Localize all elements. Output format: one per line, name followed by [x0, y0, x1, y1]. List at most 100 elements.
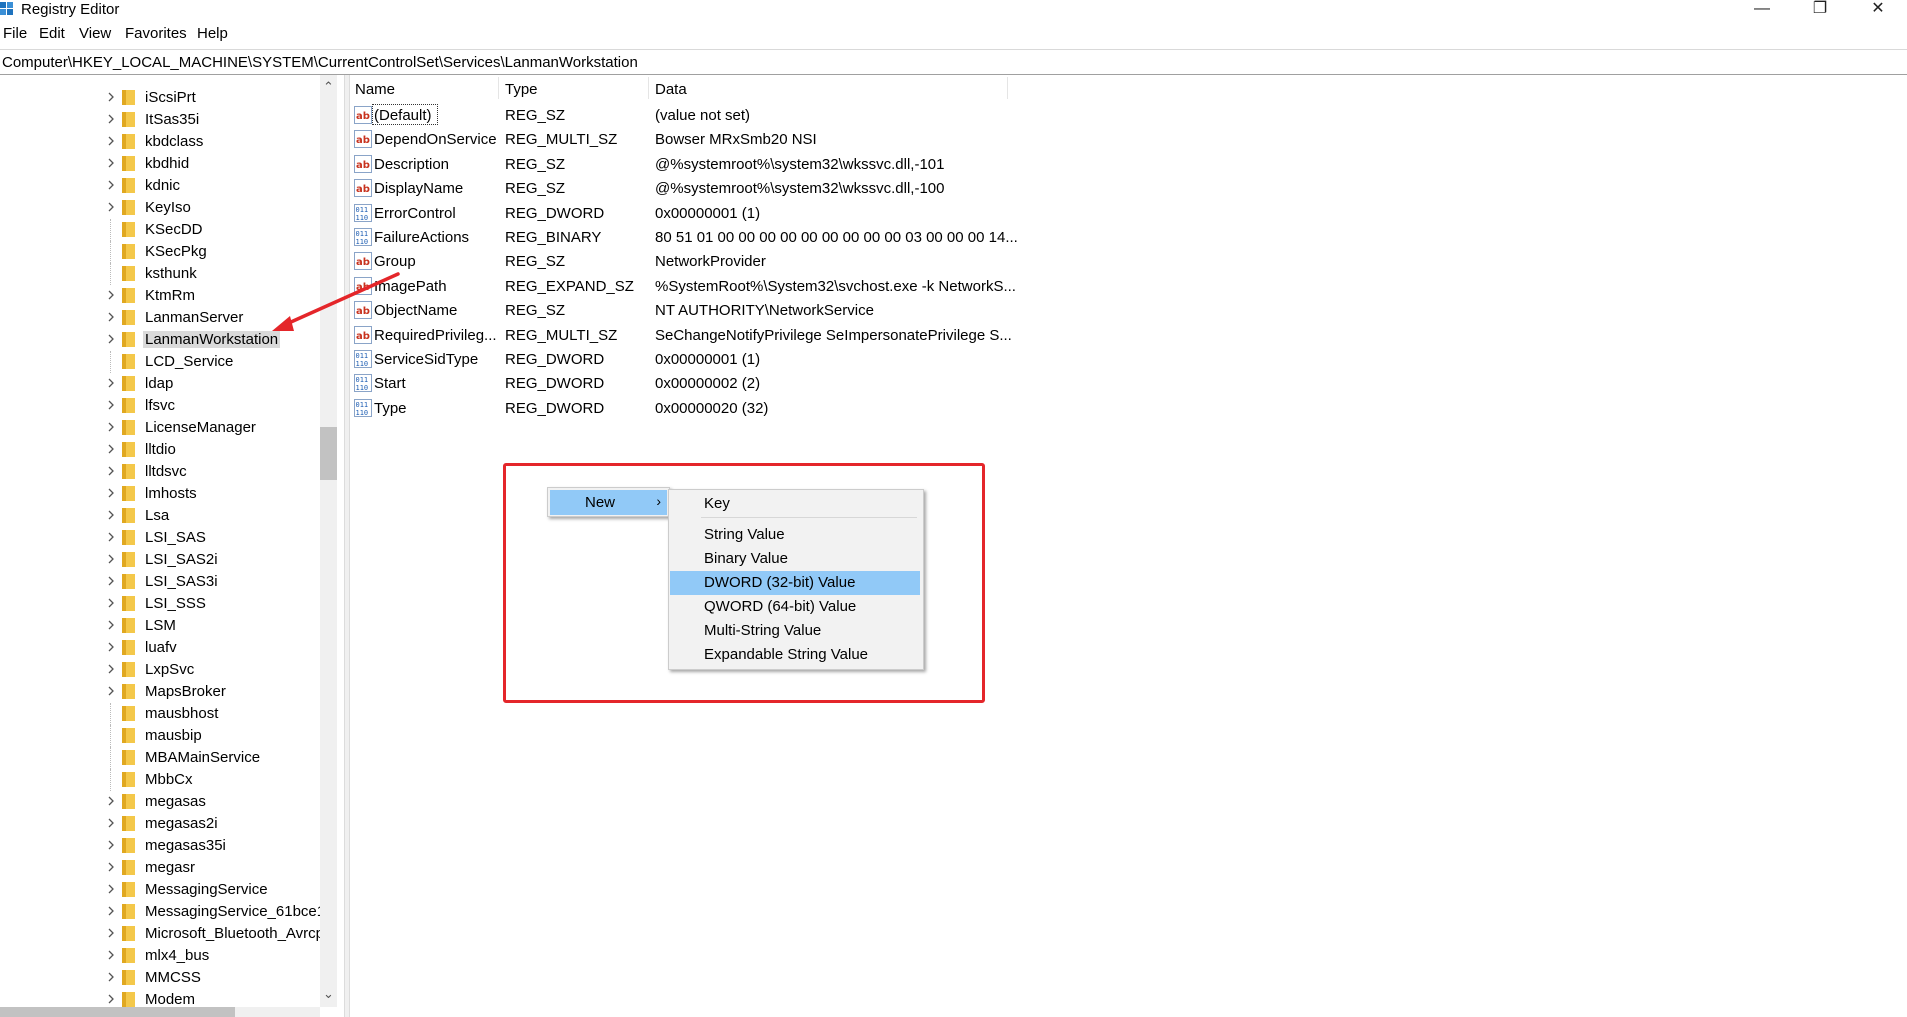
tree-item[interactable]: LCD_Service [0, 351, 320, 373]
expand-chevron-icon[interactable] [104, 486, 118, 500]
tree-item[interactable]: kbdhid [0, 153, 320, 175]
scroll-down-icon[interactable]: ⌄ [320, 986, 337, 1003]
expand-chevron-icon[interactable] [104, 948, 118, 962]
column-separator[interactable] [1007, 77, 1008, 99]
menu-edit[interactable]: Edit [39, 25, 65, 42]
menu-file[interactable]: File [3, 25, 27, 42]
menu-favorites[interactable]: Favorites [125, 25, 187, 42]
expand-chevron-icon[interactable] [104, 442, 118, 456]
expand-chevron-icon[interactable] [104, 90, 118, 104]
key-tree[interactable]: iScsiPrt ItSas35i kbdclass kbdhid kdnic KeyIs… [0, 75, 340, 1017]
expand-chevron-icon[interactable] [104, 882, 118, 896]
tree-item[interactable]: MBAMainService [0, 747, 320, 769]
submenu-item[interactable]: Key [670, 492, 920, 516]
tree-item[interactable]: iScsiPrt [0, 87, 320, 109]
tree-item[interactable]: ldap [0, 373, 320, 395]
value-row[interactable]: ab ImagePath REG_EXPAND_SZ %SystemRoot%\Sys… [350, 274, 1016, 298]
tree-item[interactable]: LSI_SSS [0, 593, 320, 615]
tree-item[interactable]: megasas2i [0, 813, 320, 835]
value-row[interactable]: ab ObjectName REG_SZ NT AUTHORITY\NetworkSe… [350, 298, 1010, 322]
tree-item[interactable]: Microsoft_Bluetooth_Avrcp [0, 923, 324, 945]
column-data-header[interactable]: Data [655, 81, 687, 98]
expand-chevron-icon[interactable] [104, 288, 118, 302]
tree-item[interactable]: megasas35i [0, 835, 320, 857]
tree-scroll-thumb[interactable] [320, 427, 337, 480]
value-row[interactable]: ab Group REG_SZ NetworkProvider [350, 249, 1010, 273]
value-row[interactable]: 011 110 ServiceSidType REG_DWORD 0x00000001 … [350, 347, 1010, 371]
value-row[interactable]: 011 110 Type REG_DWORD 0x00000020 (32) [350, 396, 1010, 420]
expand-chevron-icon[interactable] [104, 794, 118, 808]
expand-chevron-icon[interactable] [104, 310, 118, 324]
tree-item[interactable]: KeyIso [0, 197, 320, 219]
value-row[interactable]: 011 110 FailureActions REG_BINARY 80 51 01 0… [350, 225, 1018, 249]
value-row[interactable]: 011 110 Start REG_DWORD 0x00000002 (2) [350, 371, 1010, 395]
submenu-item[interactable]: QWORD (64-bit) Value [670, 595, 920, 619]
expand-chevron-icon[interactable] [104, 376, 118, 390]
submenu-item[interactable]: Multi-String Value [670, 619, 920, 643]
tree-vertical-scrollbar[interactable] [320, 75, 337, 1007]
expand-chevron-icon[interactable] [104, 816, 118, 830]
expand-chevron-icon[interactable] [104, 838, 118, 852]
expand-chevron-icon[interactable] [104, 662, 118, 676]
column-separator[interactable] [648, 77, 649, 99]
tree-item[interactable]: lmhosts [0, 483, 320, 505]
expand-chevron-icon[interactable] [104, 332, 118, 346]
tree-item[interactable]: kbdclass [0, 131, 320, 153]
tree-item[interactable]: mausbip [0, 725, 320, 747]
submenu-item[interactable]: Binary Value [670, 547, 920, 571]
restore-button[interactable]: ❐ [1797, 0, 1843, 22]
expand-chevron-icon[interactable] [104, 398, 118, 412]
value-row[interactable]: ab DependOnService REG_MULTI_SZ Bowser MRxS… [350, 127, 1010, 151]
expand-chevron-icon[interactable] [104, 926, 118, 940]
tree-item[interactable]: lltdio [0, 439, 320, 461]
expand-chevron-icon[interactable] [104, 860, 118, 874]
menu-help[interactable]: Help [197, 25, 228, 42]
address-bar[interactable]: Computer\HKEY_LOCAL_MACHINE\SYSTEM\Curre… [0, 49, 1907, 75]
expand-chevron-icon[interactable] [104, 552, 118, 566]
expand-chevron-icon[interactable] [104, 596, 118, 610]
tree-item[interactable]: KSecDD [0, 219, 320, 241]
submenu-item[interactable]: Expandable String Value [670, 643, 920, 667]
menu-view[interactable]: View [79, 25, 111, 42]
submenu-item[interactable]: DWORD (32-bit) Value [670, 571, 920, 595]
scroll-up-icon[interactable]: ⌃ [320, 79, 337, 96]
tree-item[interactable]: lfsvc [0, 395, 320, 417]
tree-item[interactable]: MessagingService [0, 879, 320, 901]
expand-chevron-icon[interactable] [104, 618, 118, 632]
address-path[interactable]: Computer\HKEY_LOCAL_MACHINE\SYSTEM\Curre… [2, 54, 638, 71]
expand-chevron-icon[interactable] [104, 992, 118, 1006]
value-row[interactable]: ab RequiredPrivileg... REG_MULTI_SZ SeChang… [350, 323, 1012, 347]
tree-item[interactable]: LSI_SAS3i [0, 571, 320, 593]
tree-item[interactable]: KSecPkg [0, 241, 320, 263]
column-name-header[interactable]: Name [355, 81, 395, 98]
minimize-button[interactable]: — [1739, 0, 1785, 22]
tree-item[interactable]: megasas [0, 791, 320, 813]
tree-item[interactable]: kdnic [0, 175, 320, 197]
expand-chevron-icon[interactable] [104, 970, 118, 984]
menu-item-new[interactable]: New › [550, 490, 667, 515]
expand-chevron-icon[interactable] [104, 684, 118, 698]
expand-chevron-icon[interactable] [104, 508, 118, 522]
expand-chevron-icon[interactable] [104, 156, 118, 170]
expand-chevron-icon[interactable] [104, 178, 118, 192]
tree-item[interactable]: MMCSS [0, 967, 320, 989]
tree-item[interactable]: mausbhost [0, 703, 320, 725]
value-row[interactable]: 011 110 ErrorControl REG_DWORD 0x00000001 (1… [350, 201, 1010, 225]
tree-item[interactable]: MbbCx [0, 769, 320, 791]
column-type-header[interactable]: Type [505, 81, 538, 98]
submenu-item[interactable]: String Value [670, 523, 920, 547]
expand-chevron-icon[interactable] [104, 112, 118, 126]
expand-chevron-icon[interactable] [104, 464, 118, 478]
expand-chevron-icon[interactable] [104, 420, 118, 434]
tree-item[interactable]: lltdsvc [0, 461, 320, 483]
tree-item[interactable]: LSM [0, 615, 320, 637]
tree-item[interactable]: mlx4_bus [0, 945, 320, 967]
tree-item[interactable]: LxpSvc [0, 659, 320, 681]
tree-item[interactable]: ItSas35i [0, 109, 320, 131]
tree-item[interactable]: LicenseManager [0, 417, 320, 439]
expand-chevron-icon[interactable] [104, 200, 118, 214]
tree-item[interactable]: luafv [0, 637, 320, 659]
tree-hscroll-thumb[interactable] [0, 1007, 235, 1017]
expand-chevron-icon[interactable] [104, 574, 118, 588]
tree-item[interactable]: Lsa [0, 505, 320, 527]
